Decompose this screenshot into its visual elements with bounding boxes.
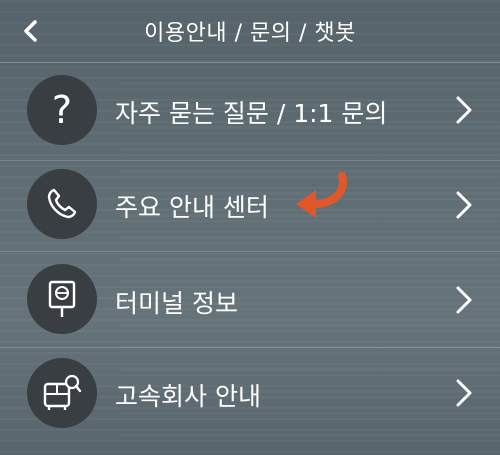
chevron-right-icon xyxy=(450,283,478,317)
row-divider xyxy=(0,160,500,161)
page-title: 이용안내 / 문의 / 챗봇 xyxy=(144,21,356,46)
question-icon: ? xyxy=(27,75,97,145)
header-divider xyxy=(0,62,500,63)
menu-item-bus-company[interactable]: 고속회사 안내 xyxy=(0,350,500,436)
row-divider xyxy=(0,251,500,252)
chevron-right-icon xyxy=(450,188,478,222)
row-divider xyxy=(0,347,500,348)
menu-item-faq-label: 자주 묻는 질문 / 1:1 문의 xyxy=(115,99,388,128)
phone-icon xyxy=(27,169,97,239)
question-mark-glyph: ? xyxy=(51,88,73,132)
menu-item-info-center-label: 주요 안내 센터 xyxy=(115,193,269,222)
menu-item-info-center[interactable]: 주요 안내 센터 xyxy=(0,162,500,248)
menu-item-terminal-info-label: 터미널 정보 xyxy=(115,289,238,318)
menu-item-faq[interactable]: ? 자주 묻는 질문 / 1:1 문의 xyxy=(0,67,500,153)
highlight-arrow-icon xyxy=(296,172,347,218)
chevron-left-icon xyxy=(24,20,37,42)
chevron-right-icon xyxy=(450,376,478,410)
bus-search-icon xyxy=(27,358,97,428)
header-bar: 이용안내 / 문의 / 챗봇 xyxy=(0,0,500,62)
terminal-sign-icon xyxy=(27,264,97,334)
chevron-right-icon xyxy=(450,93,478,127)
back-button[interactable] xyxy=(14,14,48,48)
menu-item-bus-company-label: 고속회사 안내 xyxy=(115,382,261,411)
menu-item-terminal-info[interactable]: 터미널 정보 xyxy=(0,256,500,342)
